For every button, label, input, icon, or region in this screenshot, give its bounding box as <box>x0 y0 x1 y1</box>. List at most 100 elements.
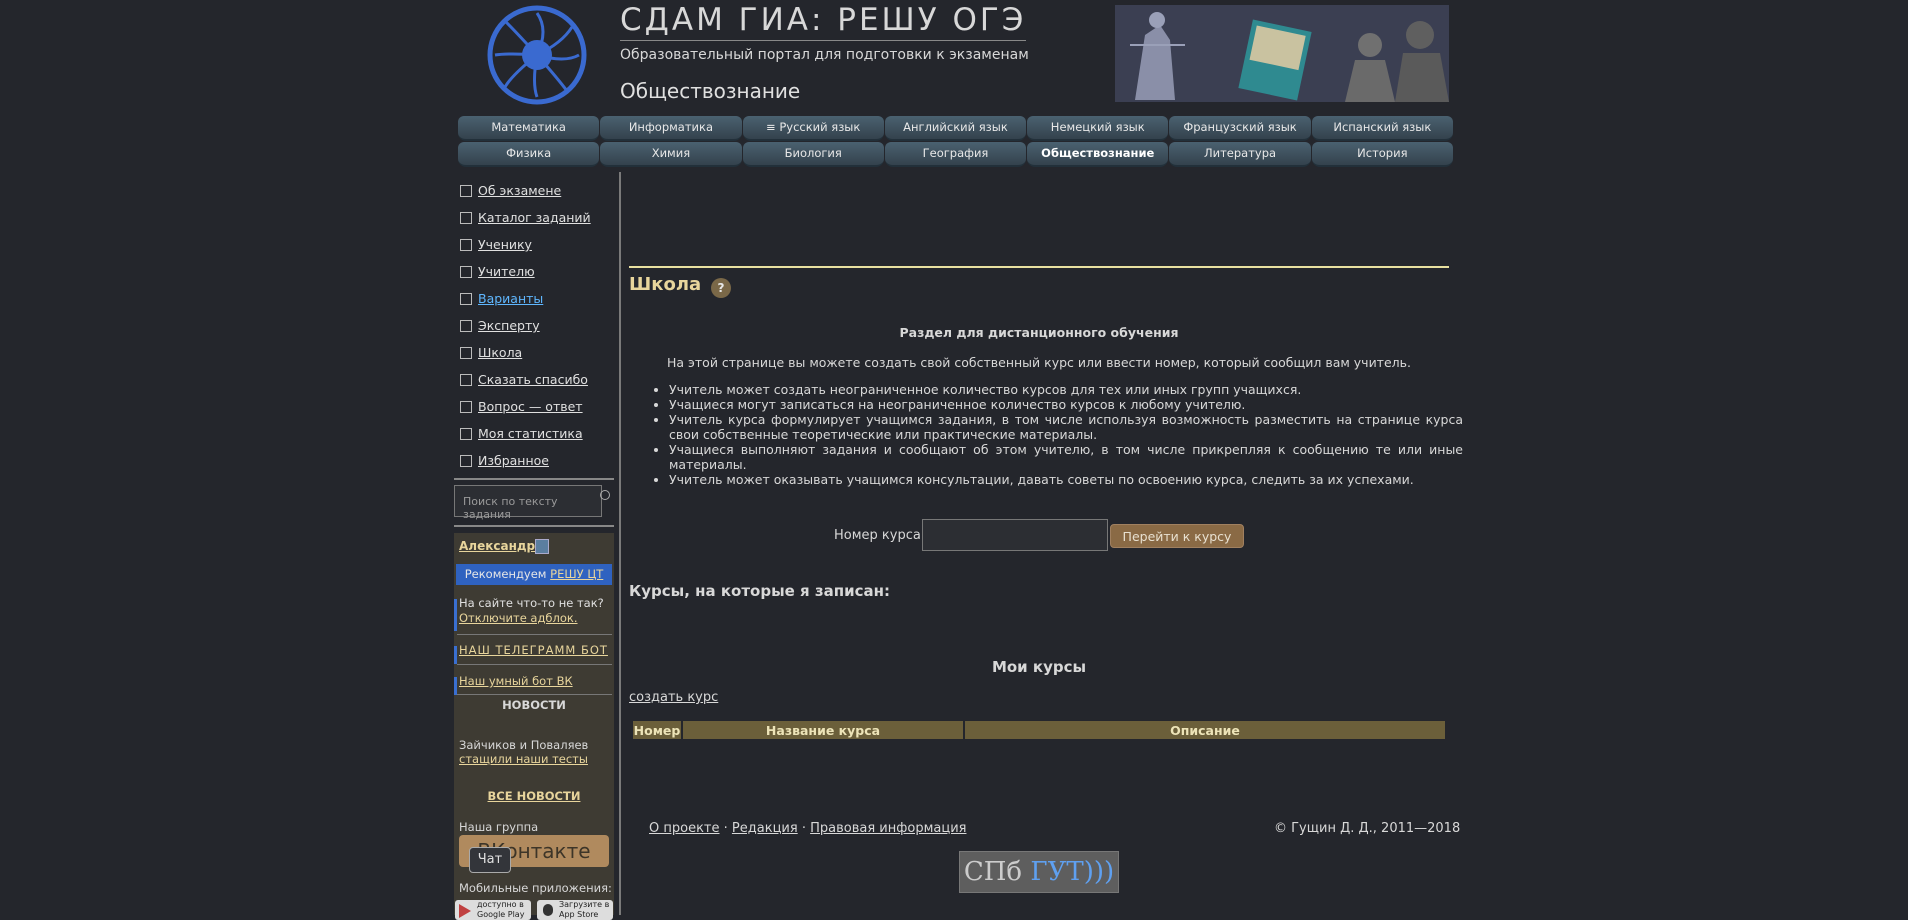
sidebar-item-label[interactable]: Эксперту <box>478 318 540 333</box>
checkbox-icon <box>460 373 472 386</box>
recommend-bar: Рекомендуем РЕШУ ЦТ <box>456 564 612 585</box>
app-store-small: Загрузите в <box>559 900 610 909</box>
subject-tabs-row-2: Физика Химия Биология География Общество… <box>458 142 1453 167</box>
sidebar-separator <box>457 694 612 695</box>
sidebar-item-about-exam[interactable]: Об экзамене <box>460 183 561 198</box>
sidebar-item-label[interactable]: Каталог заданий <box>478 210 591 225</box>
sidebar-item-label[interactable]: Об экзамене <box>478 183 561 198</box>
footer-about-link[interactable]: О проекте <box>649 821 720 836</box>
subject-tabs-row-1: Математика Информатика ≡ Русский язык Ан… <box>458 116 1453 141</box>
user-name-link[interactable]: Александр <box>459 539 535 553</box>
tab-mathematics[interactable]: Математика <box>458 116 600 141</box>
sidebar-item-label[interactable]: Вопрос — ответ <box>478 399 583 414</box>
list-item: Учитель может создать неограниченное кол… <box>669 382 1463 397</box>
header-banner-image <box>1115 5 1449 102</box>
play-icon <box>459 904 471 918</box>
course-number-input[interactable] <box>922 519 1108 551</box>
sidebar-item-variants[interactable]: Варианты <box>460 291 543 306</box>
sidebar-item-label[interactable]: Варианты <box>478 291 543 306</box>
sidebar-item-label[interactable]: Учителю <box>478 264 535 279</box>
sidebar-item-school[interactable]: Школа <box>460 345 522 360</box>
search-input[interactable]: Поиск по тексту задания <box>454 485 602 521</box>
sidebar-item-expert[interactable]: Эксперту <box>460 318 540 333</box>
tab-english[interactable]: Английский язык <box>884 116 1027 141</box>
vk-bot-link[interactable]: Наш умный бот ВК <box>459 674 573 688</box>
sidebar-item-favorites[interactable]: Избранное <box>460 453 549 468</box>
sidebar-item-label[interactable]: Школа <box>478 345 522 360</box>
checkbox-icon <box>460 184 472 197</box>
sidebar-separator <box>457 634 612 635</box>
user-card-icon[interactable] <box>535 539 549 554</box>
sidebar-item-label[interactable]: Сказать спасибо <box>478 372 588 387</box>
all-news: ВСЕ НОВОСТИ <box>454 789 614 803</box>
table-header-row: Номер Название курса Описание <box>633 721 1445 739</box>
recommend-link[interactable]: РЕШУ ЦТ <box>550 567 603 581</box>
chat-button[interactable]: Чат <box>469 847 511 873</box>
sidebar-item-label[interactable]: Ученику <box>478 237 532 252</box>
tab-spanish[interactable]: Испанский язык <box>1311 116 1453 141</box>
go-to-course-button[interactable]: Перейти к курсу <box>1110 524 1244 548</box>
site-title[interactable]: СДАМ ГИА: РЕШУ ОГЭ <box>620 0 1027 41</box>
sidebar-item-label[interactable]: Моя статистика <box>478 426 583 441</box>
tab-french[interactable]: Французский язык <box>1169 116 1311 141</box>
enrolled-courses-heading: Курсы, на которые я записан: <box>629 582 890 600</box>
search-icon[interactable] <box>600 490 610 500</box>
subject-title: Обществознание <box>620 79 801 103</box>
tab-geography[interactable]: География <box>884 142 1027 167</box>
tab-literature[interactable]: Литература <box>1169 142 1311 167</box>
sidebar-item-qa[interactable]: Вопрос — ответ <box>460 399 583 414</box>
footer-links: О проекте · Редакция · Правовая информац… <box>649 821 966 836</box>
sidebar-item-label[interactable]: Избранное <box>478 453 549 468</box>
tab-chemistry[interactable]: Химия <box>600 142 742 167</box>
sidebar-item-thanks[interactable]: Сказать спасибо <box>460 372 588 387</box>
sidebar-separator <box>457 664 612 665</box>
adblock-link[interactable]: Отключите адблок. <box>459 611 578 625</box>
group-label: Наша группа <box>459 820 539 834</box>
tab-german[interactable]: Немецкий язык <box>1027 116 1169 141</box>
checkbox-icon <box>460 238 472 251</box>
tab-informatics[interactable]: Информатика <box>600 116 742 141</box>
tab-social-studies[interactable]: Обществознание <box>1027 142 1169 167</box>
footer-separator: · <box>801 821 806 836</box>
spbgut-logo-left: СПб <box>963 857 1023 887</box>
page-title: Школа <box>629 274 702 295</box>
site-logo[interactable] <box>487 5 587 105</box>
tab-history[interactable]: История <box>1311 142 1453 167</box>
tab-biology[interactable]: Биология <box>742 142 884 167</box>
checkbox-icon <box>460 292 472 305</box>
course-number-label: Номер курса: <box>834 528 926 543</box>
sidebar-item-statistics[interactable]: Моя статистика <box>460 426 583 441</box>
telegram-bot-link[interactable]: НАШ ТЕЛЕГРАММ БОТ <box>459 643 608 657</box>
news-text: Зайчиков и Поваляев <box>459 738 589 752</box>
apps-label: Мобильные приложения: <box>459 881 612 895</box>
google-play-badge[interactable]: доступно в Google Play <box>455 900 531 920</box>
list-item: Учитель может оказывать учащимся консуль… <box>669 472 1463 487</box>
sidebar-item-teacher[interactable]: Учителю <box>460 264 535 279</box>
checkbox-icon <box>460 400 472 413</box>
footer-separator: · <box>723 821 728 836</box>
news-link[interactable]: стащили наши тесты <box>459 752 588 766</box>
table-header-description: Описание <box>965 721 1445 739</box>
tab-physics[interactable]: Физика <box>458 142 600 167</box>
table-header-number: Номер <box>633 721 681 739</box>
tab-russian[interactable]: ≡ Русский язык <box>742 116 884 141</box>
list-item: Учитель курса формулирует учащимся задан… <box>669 412 1463 442</box>
create-course-link[interactable]: создать курс <box>629 690 718 705</box>
sidebar-separator <box>454 478 614 480</box>
app-store-badge[interactable]: Загрузите в App Store <box>537 900 613 920</box>
list-item: Учащиеся могут записаться на неограничен… <box>669 397 1463 412</box>
sidebar-item-catalog[interactable]: Каталог заданий <box>460 210 591 225</box>
all-news-link[interactable]: ВСЕ НОВОСТИ <box>488 789 581 803</box>
spbgut-logo[interactable]: СПб ГУТ))) <box>959 851 1119 893</box>
sidebar-divider <box>619 172 621 915</box>
checkbox-icon <box>460 454 472 467</box>
help-icon[interactable]: ? <box>711 278 731 298</box>
checkbox-icon <box>460 319 472 332</box>
sidebar-item-student[interactable]: Ученику <box>460 237 532 252</box>
blue-marker <box>454 677 457 695</box>
footer-legal-link[interactable]: Правовая информация <box>810 821 966 836</box>
footer-editorial-link[interactable]: Редакция <box>732 821 798 836</box>
copyright: © Гущин Д. Д., 2011—2018 <box>1274 821 1461 836</box>
checkbox-icon <box>460 427 472 440</box>
feature-list: Учитель может создать неограниченное кол… <box>655 382 1463 487</box>
